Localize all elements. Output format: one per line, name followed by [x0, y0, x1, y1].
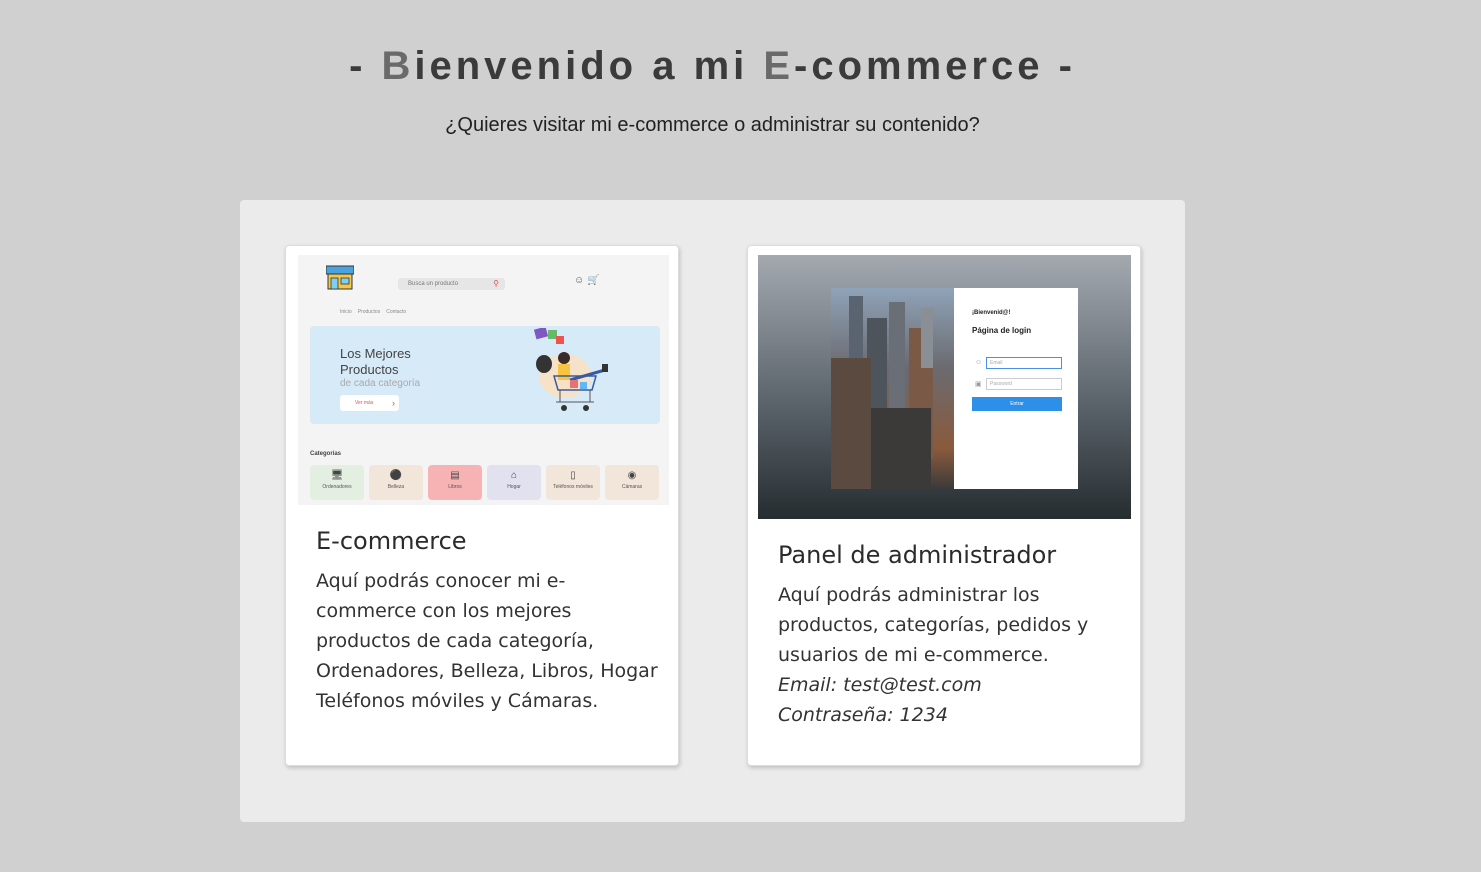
city-photo	[831, 288, 954, 489]
admin-email-credential: Email: test@test.com	[778, 674, 982, 696]
cart-icon: 🛒	[587, 275, 600, 286]
lock-icon: ▣	[975, 381, 982, 388]
admin-card[interactable]: ¡Bienvenid@! Página de login ☺ Email ▣ P…	[747, 245, 1141, 766]
login-form-preview: ¡Bienvenid@! Página de login ☺ Email ▣ P…	[954, 288, 1078, 489]
user-icon: ☺	[574, 275, 585, 286]
user-icon: ☺	[975, 359, 983, 366]
phone-icon: ▯	[570, 470, 576, 481]
preview-ver-mas-button: Ver más ›	[340, 395, 399, 411]
page-title: - Bienvenido a mi E-commerce -	[349, 44, 1076, 88]
ecommerce-card-text: Aquí podrás conocer mi e-commerce con lo…	[316, 570, 658, 712]
book-icon: ▤	[450, 470, 460, 481]
ecommerce-card[interactable]: Busca un producto ⚲ ☺ 🛒 Inicio Productos C…	[285, 245, 679, 766]
preview-search-field: Busca un producto ⚲	[398, 278, 505, 290]
store-icon	[326, 265, 354, 290]
preview-password-field: Password	[986, 378, 1062, 390]
category-tile: ⌂ Hogar	[487, 465, 541, 500]
admin-password-credential: Contraseña: 1234	[778, 704, 948, 726]
palette-icon: ⚫	[389, 470, 403, 481]
ecommerce-preview-image[interactable]: Busca un producto ⚲ ☺ 🛒 Inicio Productos C…	[298, 255, 669, 505]
monitor-icon: 🖥	[330, 470, 344, 481]
category-tile: ◉ Cámaras	[605, 465, 659, 500]
options-panel: Busca un producto ⚲ ☺ 🛒 Inicio Productos C…	[240, 200, 1185, 822]
preview-entrar-button: Entrar	[972, 397, 1062, 411]
category-tile: ⚫ Belleza	[369, 465, 423, 500]
admin-card-text: Aquí podrás administrar los productos, c…	[778, 584, 1089, 666]
home-icon: ⌂	[510, 470, 518, 481]
preview-email-field: Email	[986, 357, 1062, 369]
admin-card-title[interactable]: Panel de administrador	[778, 541, 1056, 569]
category-tile: 🖥 Ordenadores	[310, 465, 364, 500]
chevron-right-icon: ›	[392, 398, 395, 408]
category-tile: ▯ Teléfonos móviles	[546, 465, 600, 500]
shopping-illustration	[533, 328, 608, 411]
page-subtitle: ¿Quieres visitar mi e-commerce o adminis…	[445, 114, 980, 136]
category-tile: ▤ Libros	[428, 465, 482, 500]
categories-title: Categorías	[310, 451, 342, 457]
search-icon: ⚲	[493, 279, 499, 288]
admin-preview-image[interactable]: ¡Bienvenid@! Página de login ☺ Email ▣ P…	[758, 255, 1131, 519]
preview-banner: Los Mejores Productos de cada categoría V…	[310, 326, 660, 424]
preview-menu: Inicio Productos Contacto	[340, 309, 407, 315]
ecommerce-card-title[interactable]: E-commerce	[316, 527, 467, 555]
camera-icon: ◉	[627, 470, 637, 481]
